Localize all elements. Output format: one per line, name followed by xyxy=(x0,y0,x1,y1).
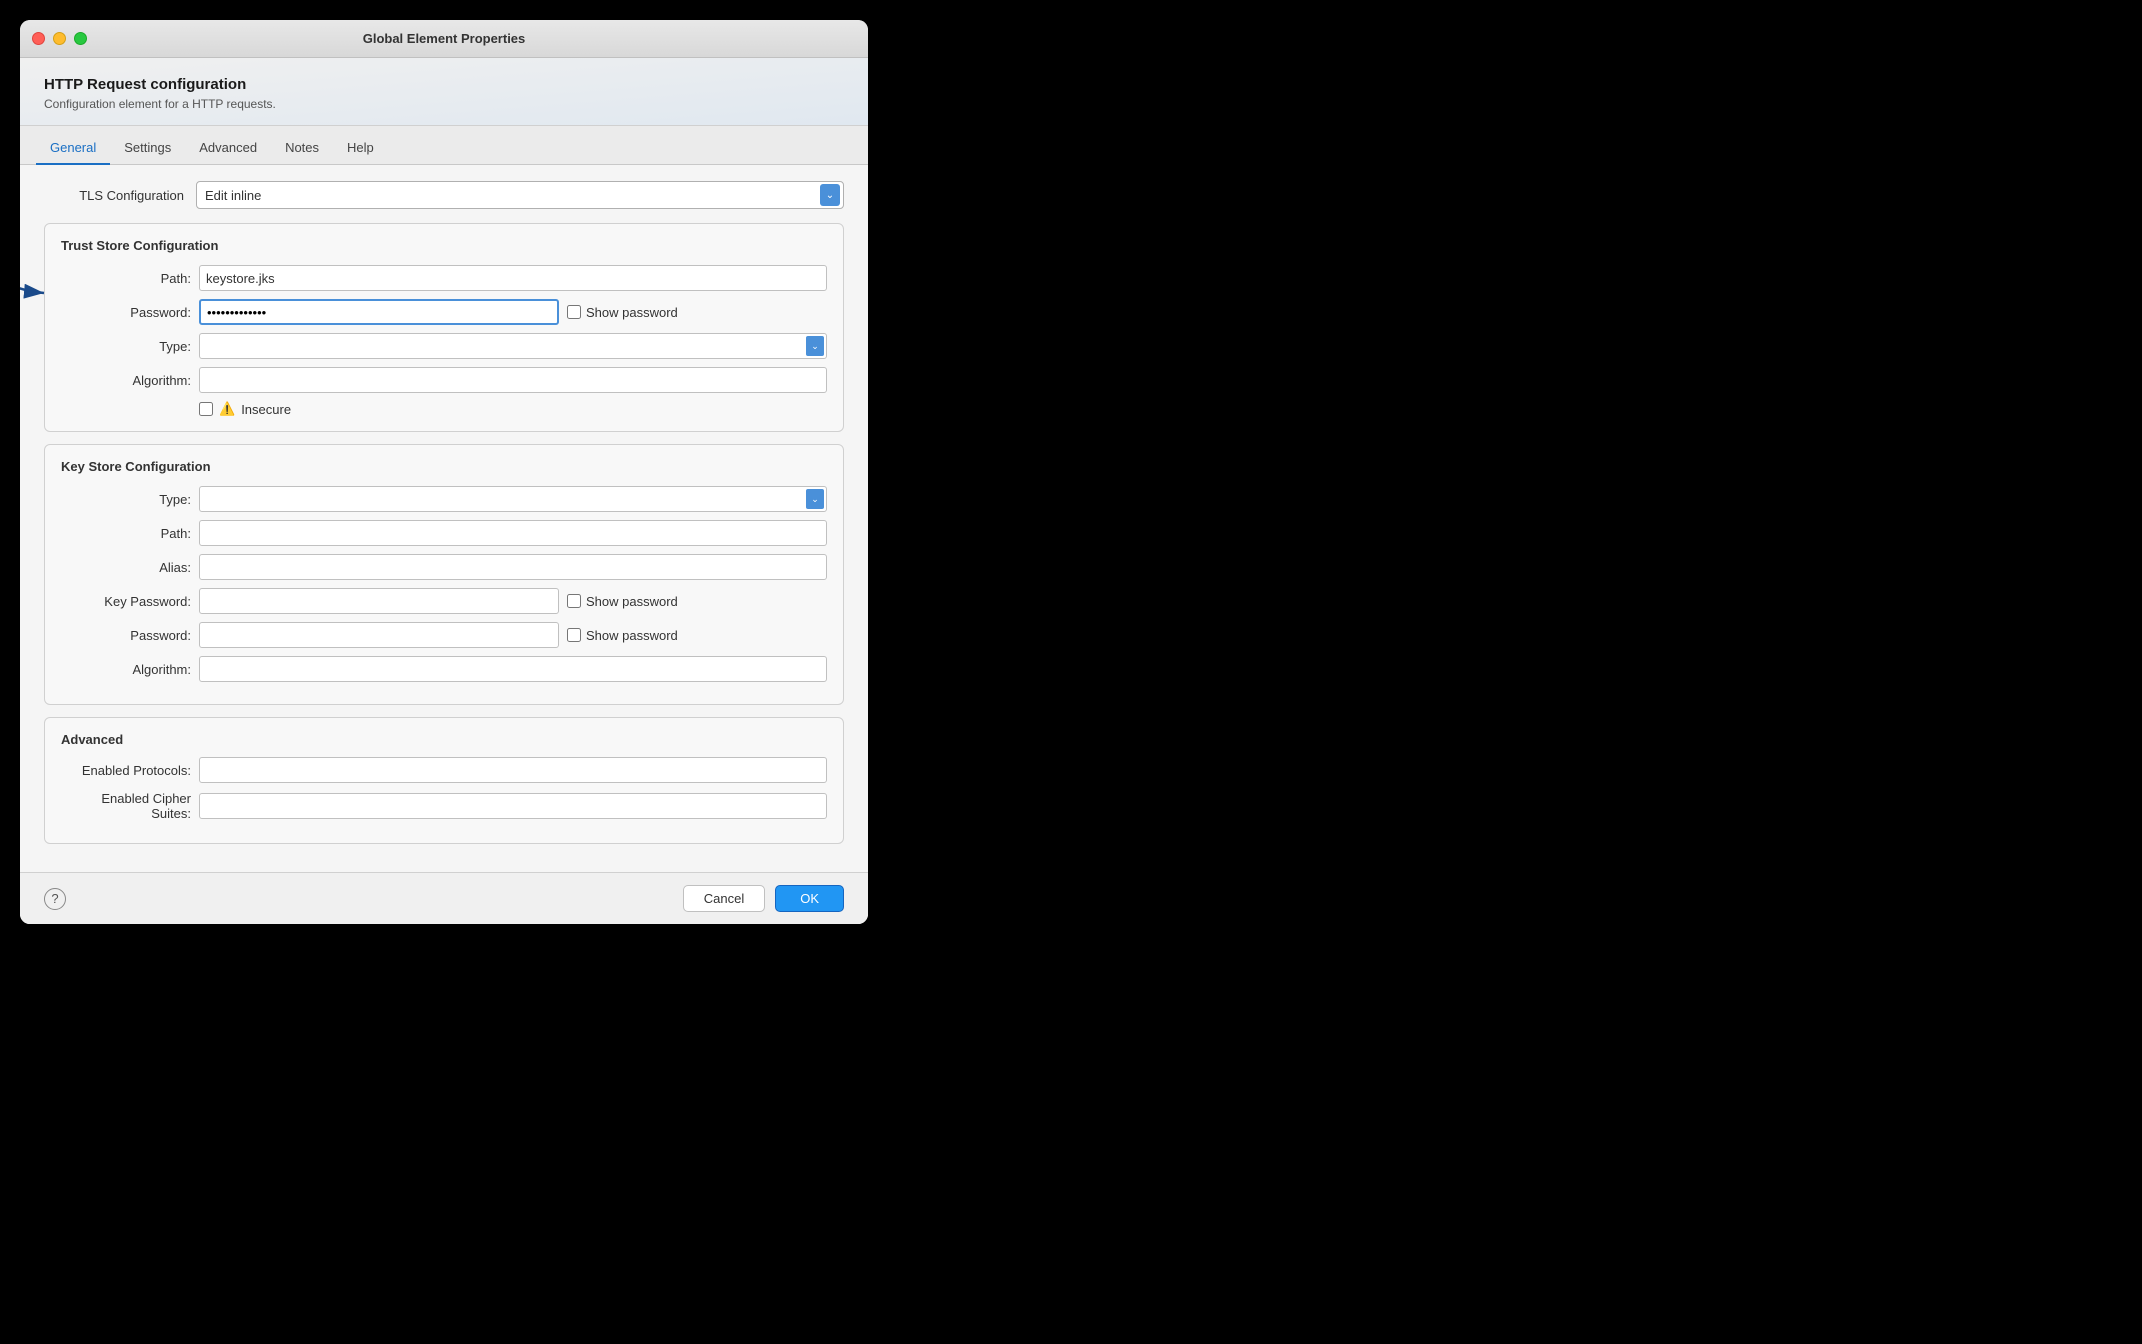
trust-store-password-row: Password: Show password xyxy=(61,299,827,325)
header-section: HTTP Request configuration Configuration… xyxy=(20,58,868,126)
key-store-key-password-input[interactable] xyxy=(199,588,559,614)
tab-settings[interactable]: Settings xyxy=(110,134,185,165)
content-area: TLS Configuration Edit inline Global Ref… xyxy=(20,165,868,872)
key-store-password-wrapper: Show password xyxy=(199,622,827,648)
key-store-algorithm-label: Algorithm: xyxy=(61,662,191,677)
tab-help[interactable]: Help xyxy=(333,134,388,165)
key-store-alias-input[interactable] xyxy=(199,554,827,580)
tab-advanced[interactable]: Advanced xyxy=(185,134,271,165)
key-store-show-password-wrapper: Show password xyxy=(567,628,678,643)
titlebar: Global Element Properties xyxy=(20,20,868,58)
maximize-button[interactable] xyxy=(74,32,87,45)
enabled-cipher-input[interactable] xyxy=(199,793,827,819)
key-store-path-label: Path: xyxy=(61,526,191,541)
trust-store-type-label: Type: xyxy=(61,339,191,354)
insecure-row: ⚠️ Insecure xyxy=(199,401,827,417)
key-store-type-select-wrapper: JKS PKCS12 ⌄ xyxy=(199,486,827,512)
trust-store-show-password-wrapper: Show password xyxy=(567,305,678,320)
advanced-section: Advanced Enabled Protocols: Enabled Ciph… xyxy=(44,717,844,844)
insecure-label: Insecure xyxy=(241,402,291,417)
key-store-type-label: Type: xyxy=(61,492,191,507)
trust-store-show-password-checkbox[interactable] xyxy=(567,305,581,319)
window-body: HTTP Request configuration Configuration… xyxy=(20,58,868,924)
key-store-alias-label: Alias: xyxy=(61,560,191,575)
key-store-key-password-row: Key Password: Show password xyxy=(61,588,827,614)
tab-general[interactable]: General xyxy=(36,134,110,165)
tabs-bar: General Settings Advanced Notes Help xyxy=(20,126,868,165)
tab-notes[interactable]: Notes xyxy=(271,134,333,165)
trust-store-section-wrapper: Trust Store Configuration Path: Password… xyxy=(44,223,844,432)
tls-select[interactable]: Edit inline Global Reference xyxy=(196,181,844,209)
enabled-protocols-row: Enabled Protocols: xyxy=(61,757,827,783)
trust-store-algorithm-input[interactable] xyxy=(199,367,827,393)
trust-store-type-select-wrapper: JKS PKCS12 ⌄ xyxy=(199,333,827,359)
key-store-section: Key Store Configuration Type: JKS PKCS12… xyxy=(44,444,844,705)
close-button[interactable] xyxy=(32,32,45,45)
trust-store-show-password-label: Show password xyxy=(586,305,678,320)
advanced-section-title: Advanced xyxy=(61,732,827,747)
key-store-type-select[interactable]: JKS PKCS12 xyxy=(199,486,827,512)
help-icon[interactable]: ? xyxy=(44,888,66,910)
ok-button[interactable]: OK xyxy=(775,885,844,912)
header-subtitle: Configuration element for a HTTP request… xyxy=(44,97,844,111)
insecure-checkbox[interactable] xyxy=(199,402,213,416)
key-store-key-password-label: Key Password: xyxy=(61,594,191,609)
trust-store-section: Trust Store Configuration Path: Password… xyxy=(44,223,844,432)
trust-store-path-input[interactable] xyxy=(199,265,827,291)
tls-row: TLS Configuration Edit inline Global Ref… xyxy=(44,181,844,209)
trust-store-algorithm-row: Algorithm: xyxy=(61,367,827,393)
enabled-cipher-row: Enabled Cipher Suites: xyxy=(61,791,827,821)
trust-store-password-input[interactable] xyxy=(199,299,559,325)
trust-store-password-wrapper: Show password xyxy=(199,299,827,325)
key-store-show-password-checkbox[interactable] xyxy=(567,628,581,642)
trust-store-path-label: Path: xyxy=(61,271,191,286)
trust-store-algorithm-label: Algorithm: xyxy=(61,373,191,388)
key-store-algorithm-row: Algorithm: xyxy=(61,656,827,682)
enabled-protocols-label: Enabled Protocols: xyxy=(61,763,191,778)
footer: ? Cancel OK xyxy=(20,872,868,924)
key-store-password-row: Password: Show password xyxy=(61,622,827,648)
warning-icon: ⚠️ xyxy=(219,401,235,417)
key-store-path-input[interactable] xyxy=(199,520,827,546)
key-store-show-key-password-label: Show password xyxy=(586,594,678,609)
key-store-title: Key Store Configuration xyxy=(61,459,827,474)
key-store-password-label: Password: xyxy=(61,628,191,643)
key-store-alias-row: Alias: xyxy=(61,554,827,580)
header-title: HTTP Request configuration xyxy=(44,76,844,93)
key-store-algorithm-input[interactable] xyxy=(199,656,827,682)
trust-store-title: Trust Store Configuration xyxy=(61,238,827,253)
trust-store-password-label: Password: xyxy=(61,305,191,320)
cancel-button[interactable]: Cancel xyxy=(683,885,765,912)
key-store-show-password-label: Show password xyxy=(586,628,678,643)
enabled-cipher-label: Enabled Cipher Suites: xyxy=(61,791,191,821)
trust-store-path-row: Path: xyxy=(61,265,827,291)
key-store-show-key-password-checkbox[interactable] xyxy=(567,594,581,608)
key-store-type-row: Type: JKS PKCS12 ⌄ xyxy=(61,486,827,512)
key-store-key-password-wrapper: Show password xyxy=(199,588,827,614)
enabled-protocols-input[interactable] xyxy=(199,757,827,783)
trust-store-type-row: Type: JKS PKCS12 ⌄ xyxy=(61,333,827,359)
main-window: Global Element Properties HTTP Request c… xyxy=(20,20,868,924)
tls-label: TLS Configuration xyxy=(44,188,184,203)
tls-select-wrapper: Edit inline Global Reference ⌄ xyxy=(196,181,844,209)
window-controls xyxy=(32,32,87,45)
key-store-password-input[interactable] xyxy=(199,622,559,648)
key-store-path-row: Path: xyxy=(61,520,827,546)
key-store-show-key-password-wrapper: Show password xyxy=(567,594,678,609)
window-title: Global Element Properties xyxy=(363,31,526,46)
minimize-button[interactable] xyxy=(53,32,66,45)
trust-store-type-select[interactable]: JKS PKCS12 xyxy=(199,333,827,359)
